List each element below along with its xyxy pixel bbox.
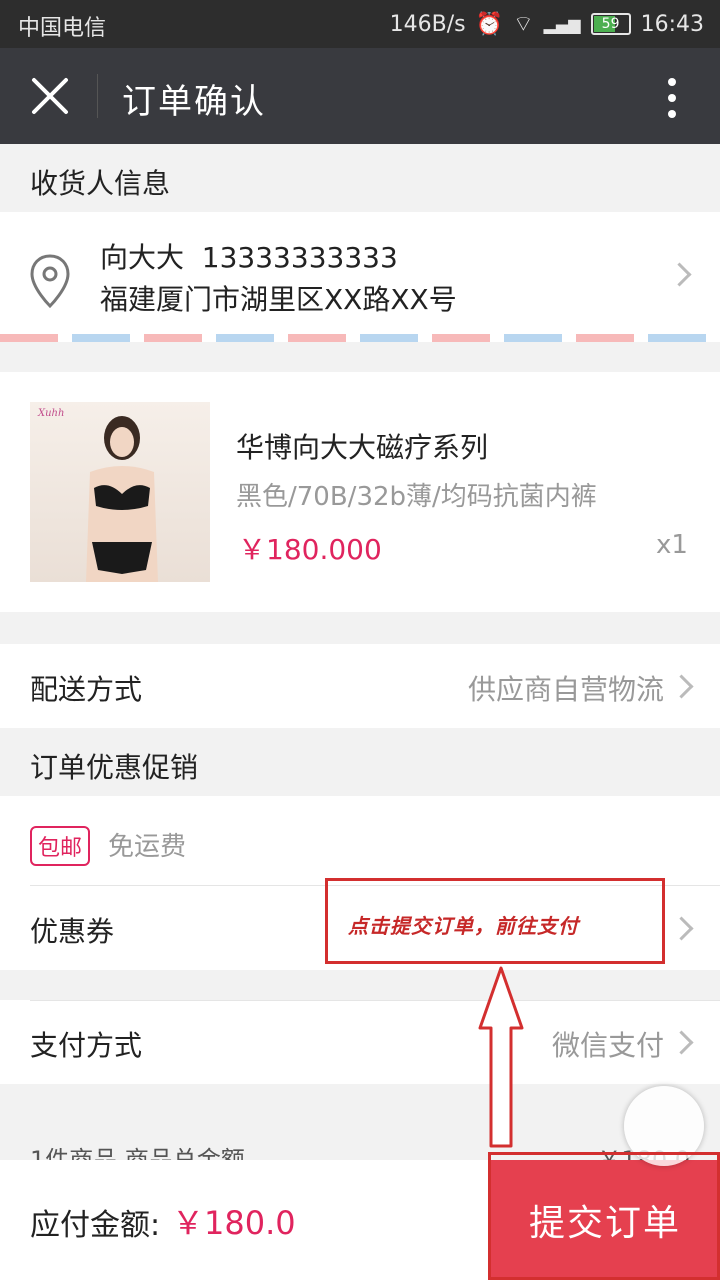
svg-text:Xuhh: Xuhh [37,408,64,419]
status-bar: 中国电信 146B/s ⏰ ⌔ ▂▄▆ 59 16:43 [0,0,720,48]
annotation-arrow-icon [478,966,524,1148]
product-card: Xuhh 华博向大大磁疗系列 黑色/70B/32b薄/均码抗菌内裤 ￥180.0… [0,372,720,612]
payable-amount: ￥180.0 [172,1204,296,1242]
summary-count: 1件商品 商品总金额 [30,1146,245,1160]
chevron-right-icon [669,1030,694,1055]
chevron-right-icon [669,916,694,941]
chevron-right-icon [669,674,694,699]
payable-label: 应付金额: [30,1208,161,1243]
payment-label: 支付方式 [30,1029,143,1062]
nav-bar: 订单确认 [0,48,720,144]
annotation-text: 点击提交订单，前往支付 [348,914,579,938]
free-shipping-row: 包邮 免运费 [0,796,720,886]
status-right: 146B/s ⏰ ⌔ ▂▄▆ 59 16:43 [390,10,704,38]
alarm-icon: ⏰ [475,11,503,37]
free-shipping-text: 免运费 [108,832,187,862]
close-icon[interactable] [30,76,70,116]
divider [30,1000,720,1001]
receiver-name-phone: 向大大 13333333333 [100,241,398,274]
airmail-border [0,334,720,342]
product-quantity: x1 [656,530,688,560]
delivery-value: 供应商自营物流 [467,673,664,706]
more-icon[interactable] [662,76,682,120]
battery-icon: 59 [590,13,631,35]
delivery-label: 配送方式 [30,673,143,706]
free-shipping-badge: 包邮 [30,826,91,866]
carrier-label: 中国电信 [18,16,107,41]
network-speed: 146B/s [389,11,466,37]
receiver-section-header: 收货人信息 [0,144,720,212]
chevron-right-icon [667,262,692,287]
delivery-row[interactable]: 配送方式 供应商自营物流 [0,644,720,728]
wifi-icon: ⌔ [512,12,534,37]
status-time: 16:43 [640,11,704,37]
signal-icon: ▂▄▆ [543,14,581,34]
receiver-section-title: 收货人信息 [30,167,171,200]
product-spec: 黑色/70B/32b薄/均码抗菌内裤 [236,482,597,512]
product-price: ￥180.000 [238,533,382,566]
promo-section-title: 订单优惠促销 [30,751,199,784]
product-name: 华博向大大磁疗系列 [236,431,489,464]
nav-divider [97,74,98,118]
page-title: 订单确认 [122,82,266,122]
annotation-submit-box [488,1152,720,1280]
promo-section-header: 订单优惠促销 [0,728,720,796]
location-icon [30,254,70,309]
product-image: Xuhh [30,402,210,582]
payment-row[interactable]: 支付方式 微信支付 [0,1000,720,1084]
receiver-address: 福建厦门市湖里区XX路XX号 [100,283,457,316]
coupon-label: 优惠券 [30,915,115,948]
payment-value: 微信支付 [551,1029,664,1062]
address-card[interactable]: 向大大 13333333333 福建厦门市湖里区XX路XX号 [0,212,720,336]
